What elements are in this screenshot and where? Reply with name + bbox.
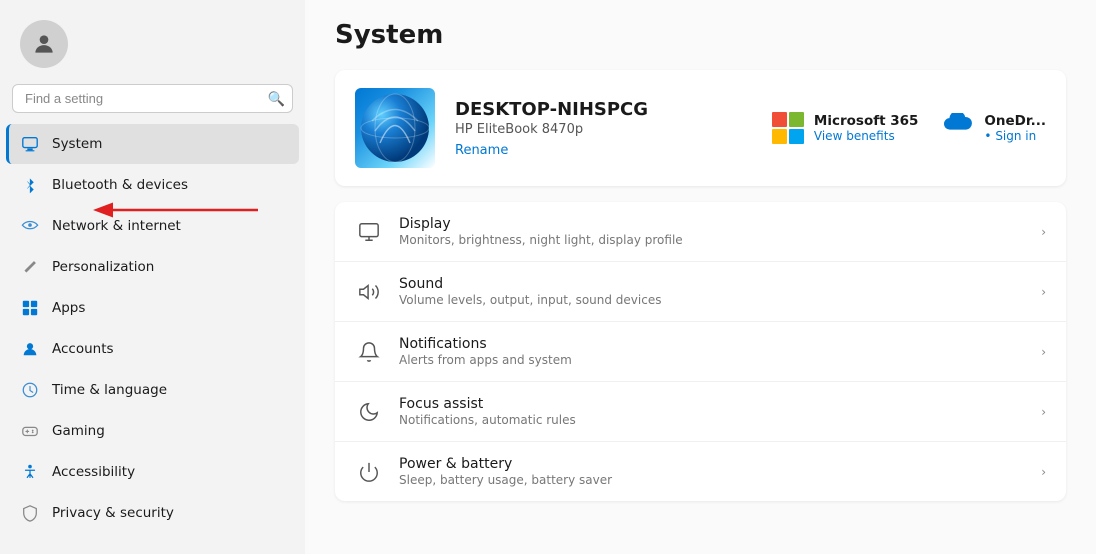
sidebar-item-label-time: Time & language — [52, 382, 167, 398]
sidebar-item-label-privacy: Privacy & security — [52, 505, 174, 521]
device-name: DESKTOP-NIHSPCG — [455, 99, 752, 120]
settings-item-focus[interactable]: Focus assist Notifications, automatic ru… — [335, 382, 1066, 442]
onedrive-name: OneDr... — [984, 113, 1046, 129]
display-desc: Monitors, brightness, night light, displ… — [399, 233, 1025, 247]
network-icon — [20, 216, 40, 236]
sidebar-item-label-accessibility: Accessibility — [52, 464, 135, 480]
ms365-sub[interactable]: View benefits — [814, 129, 919, 143]
sidebar-item-personalization[interactable]: Personalization — [6, 247, 299, 287]
apps-icon — [20, 298, 40, 318]
display-text: Display Monitors, brightness, night ligh… — [399, 216, 1025, 247]
sidebar-item-gaming[interactable]: Gaming — [6, 411, 299, 451]
notifications-title: Notifications — [399, 336, 1025, 352]
privacy-icon — [20, 503, 40, 523]
settings-item-notifications[interactable]: Notifications Alerts from apps and syste… — [335, 322, 1066, 382]
sidebar-item-apps[interactable]: Apps — [6, 288, 299, 328]
device-info: DESKTOP-NIHSPCG HP EliteBook 8470p Renam… — [455, 99, 752, 158]
cloud-services: Microsoft 365 View benefits OneDr... • S… — [772, 112, 1046, 144]
page-title: System — [335, 20, 1066, 50]
accessibility-icon — [20, 462, 40, 482]
focus-icon — [355, 398, 383, 426]
sidebar-item-bluetooth[interactable]: Bluetooth & devices — [6, 165, 299, 205]
onedrive-icon — [942, 113, 974, 143]
device-model: HP EliteBook 8470p — [455, 122, 752, 137]
search-box: 🔍 — [12, 84, 293, 113]
settings-item-display[interactable]: Display Monitors, brightness, night ligh… — [335, 202, 1066, 262]
bluetooth-icon — [20, 175, 40, 195]
settings-item-sound[interactable]: Sound Volume levels, output, input, soun… — [335, 262, 1066, 322]
sidebar-item-network[interactable]: Network & internet — [6, 206, 299, 246]
sidebar-item-time[interactable]: Time & language — [6, 370, 299, 410]
notifications-desc: Alerts from apps and system — [399, 353, 1025, 367]
power-chevron-icon: › — [1041, 465, 1046, 479]
sidebar-item-label-accounts: Accounts — [52, 341, 114, 357]
time-icon — [20, 380, 40, 400]
notifications-text: Notifications Alerts from apps and syste… — [399, 336, 1025, 367]
notifications-chevron-icon: › — [1041, 345, 1046, 359]
ms365-icon — [772, 112, 804, 144]
sound-text: Sound Volume levels, output, input, soun… — [399, 276, 1025, 307]
system-icon — [20, 134, 40, 154]
focus-title: Focus assist — [399, 396, 1025, 412]
nav-list: System Bluetooth & devices Network & int… — [0, 123, 305, 554]
power-icon — [355, 458, 383, 486]
display-icon — [355, 218, 383, 246]
rename-link[interactable]: Rename — [455, 143, 508, 158]
ms365-name: Microsoft 365 — [814, 113, 919, 129]
avatar[interactable] — [20, 20, 68, 68]
main-content: System DESKTOP-NIHSPCG — [305, 0, 1096, 554]
accounts-icon — [20, 339, 40, 359]
sidebar: 🔍 System Bluetooth & devices Network & i… — [0, 0, 305, 554]
display-title: Display — [399, 216, 1025, 232]
sound-title: Sound — [399, 276, 1025, 292]
sidebar-item-accessibility[interactable]: Accessibility — [6, 452, 299, 492]
search-input[interactable] — [12, 84, 293, 113]
onedrive-info: OneDr... • Sign in — [984, 113, 1046, 143]
settings-section: Display Monitors, brightness, night ligh… — [335, 202, 1066, 501]
sidebar-item-system[interactable]: System — [6, 124, 299, 164]
sidebar-item-accounts[interactable]: Accounts — [6, 329, 299, 369]
focus-desc: Notifications, automatic rules — [399, 413, 1025, 427]
display-chevron-icon: › — [1041, 225, 1046, 239]
focus-chevron-icon: › — [1041, 405, 1046, 419]
focus-text: Focus assist Notifications, automatic ru… — [399, 396, 1025, 427]
settings-item-power[interactable]: Power & battery Sleep, battery usage, ba… — [335, 442, 1066, 501]
sidebar-item-label-system: System — [52, 136, 102, 152]
sound-icon — [355, 278, 383, 306]
gaming-icon — [20, 421, 40, 441]
power-title: Power & battery — [399, 456, 1025, 472]
notifications-icon — [355, 338, 383, 366]
sound-desc: Volume levels, output, input, sound devi… — [399, 293, 1025, 307]
device-card: DESKTOP-NIHSPCG HP EliteBook 8470p Renam… — [335, 70, 1066, 186]
ms365-service: Microsoft 365 View benefits — [772, 112, 919, 144]
onedrive-sub[interactable]: • Sign in — [984, 129, 1046, 143]
sidebar-item-label-network: Network & internet — [52, 218, 181, 234]
sidebar-item-label-apps: Apps — [52, 300, 85, 316]
personalization-icon — [20, 257, 40, 277]
sidebar-item-label-bluetooth: Bluetooth & devices — [52, 177, 188, 193]
sidebar-item-privacy[interactable]: Privacy & security — [6, 493, 299, 533]
ms365-info: Microsoft 365 View benefits — [814, 113, 919, 143]
avatar-area — [0, 10, 305, 84]
sidebar-item-label-gaming: Gaming — [52, 423, 105, 439]
onedrive-service: OneDr... • Sign in — [942, 113, 1046, 143]
sound-chevron-icon: › — [1041, 285, 1046, 299]
power-desc: Sleep, battery usage, battery saver — [399, 473, 1025, 487]
search-icon-button[interactable]: 🔍 — [268, 90, 285, 107]
device-image — [355, 88, 435, 168]
power-text: Power & battery Sleep, battery usage, ba… — [399, 456, 1025, 487]
sidebar-item-label-personalization: Personalization — [52, 259, 154, 275]
